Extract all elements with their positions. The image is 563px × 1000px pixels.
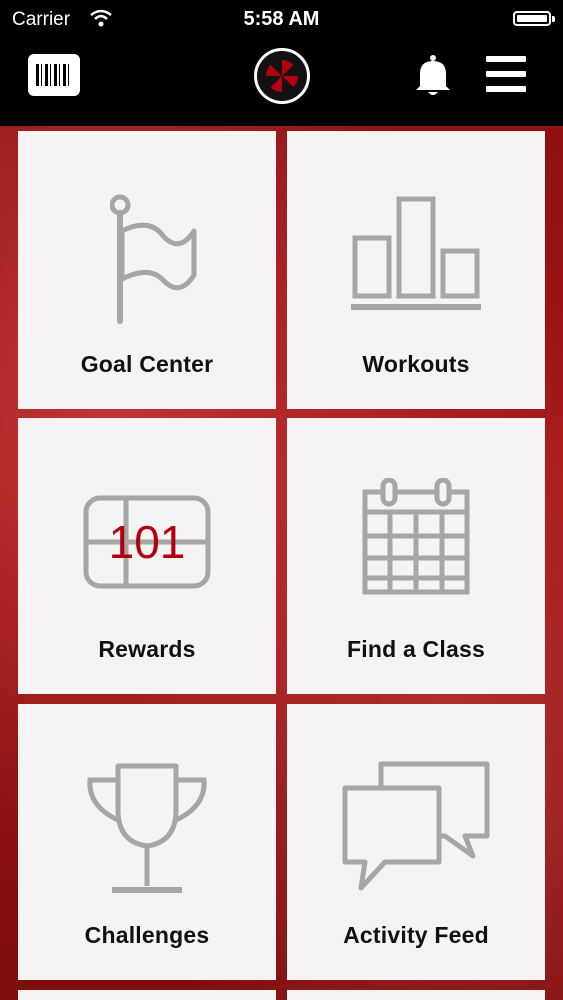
tile-label: Goal Center	[80, 351, 214, 377]
barcode-button[interactable]	[28, 54, 80, 96]
dashboard-grid: Goal Center Workouts 101 Rewards Find a …	[0, 126, 563, 1000]
tile-label: Rewards	[98, 636, 196, 662]
team-logo[interactable]	[254, 48, 310, 104]
rewards-number: 101	[108, 516, 186, 568]
status-bar: Carrier 5:58 AM	[0, 0, 563, 40]
hamburger-icon	[486, 56, 526, 62]
chat-bubbles-icon	[342, 761, 490, 891]
hamburger-line	[486, 71, 526, 77]
tile-challenges[interactable]: Challenges	[18, 704, 276, 980]
hamburger-line	[486, 86, 526, 92]
tile-next-row[interactable]	[18, 990, 276, 1000]
tile-label: Challenges	[84, 922, 210, 948]
notifications-button[interactable]	[412, 54, 454, 98]
tile-find-a-class[interactable]: Find a Class	[287, 418, 545, 694]
tile-goal-center[interactable]: Goal Center	[18, 131, 276, 409]
bell-icon	[416, 55, 450, 95]
calendar-icon	[362, 478, 470, 595]
tile-next-row[interactable]	[287, 990, 545, 1000]
menu-button[interactable]	[486, 56, 526, 94]
tile-label: Workouts	[362, 351, 470, 377]
battery-icon	[513, 11, 555, 26]
tile-workouts[interactable]: Workouts	[287, 131, 545, 409]
barcode-icon	[36, 64, 72, 86]
nav-bar	[0, 40, 563, 126]
trophy-icon	[87, 763, 207, 893]
flag-icon	[110, 194, 197, 324]
octopus-logo-icon	[266, 60, 298, 92]
tile-rewards[interactable]: 101 Rewards	[18, 418, 276, 694]
bar-chart-icon	[351, 196, 481, 310]
tile-label: Activity Feed	[343, 922, 489, 948]
clock: 5:58 AM	[243, 8, 320, 30]
tile-activity-feed[interactable]: Activity Feed	[287, 704, 545, 980]
tile-label: Find a Class	[347, 636, 485, 662]
